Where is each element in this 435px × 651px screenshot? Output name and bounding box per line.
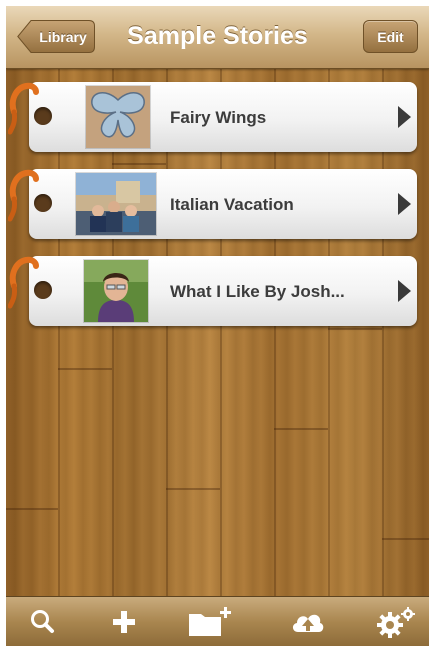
edit-button-label: Edit: [377, 29, 404, 45]
wood-seam: [166, 488, 220, 490]
wood-seam: [328, 328, 382, 330]
story-title: Italian Vacation: [170, 195, 294, 214]
family-photo-thumbnail: [76, 173, 156, 235]
search-button[interactable]: [25, 606, 59, 638]
settings-button[interactable]: [374, 606, 418, 638]
story-title: Fairy Wings: [170, 108, 267, 127]
cloud-upload-button[interactable]: [290, 606, 326, 638]
wood-seam: [6, 508, 58, 510]
ribbon-hook-icon: [8, 82, 39, 135]
search-icon: [31, 610, 54, 633]
story-row[interactable]: Italian Vacation: [29, 169, 417, 239]
app-frame: Library Sample Stories Edit Fairy Wings …: [6, 6, 429, 646]
edit-button[interactable]: Edit: [363, 20, 418, 53]
story-row[interactable]: What I Like By Josh...: [29, 256, 417, 326]
new-folder-icon: [189, 607, 231, 636]
disclosure-arrow-icon: [398, 106, 411, 128]
bottom-toolbar: [6, 596, 429, 646]
add-icon: [113, 611, 135, 633]
story-title: What I Like By Josh...: [170, 282, 345, 301]
ribbon-hook-icon: [8, 256, 39, 309]
settings-gears-icon: [377, 607, 415, 638]
wood-seam: [58, 368, 112, 370]
wood-seam: [382, 538, 429, 540]
navigation-bar: Library Sample Stories Edit: [6, 6, 429, 69]
disclosure-arrow-icon: [398, 193, 411, 215]
wood-seam: [274, 428, 328, 430]
disclosure-arrow-icon: [398, 280, 411, 302]
boy-portrait-thumbnail: [84, 260, 148, 322]
story-row[interactable]: Fairy Wings: [29, 82, 417, 152]
new-folder-button[interactable]: [187, 606, 235, 638]
cloud-upload-icon: [292, 614, 324, 632]
wood-seam: [112, 163, 166, 165]
ribbon-hook-icon: [8, 169, 39, 222]
butterfly-wings-thumbnail: [86, 86, 150, 148]
story-list-area[interactable]: Fairy Wings Italian Vacation What I Like…: [6, 68, 429, 596]
add-story-button[interactable]: [107, 606, 141, 638]
